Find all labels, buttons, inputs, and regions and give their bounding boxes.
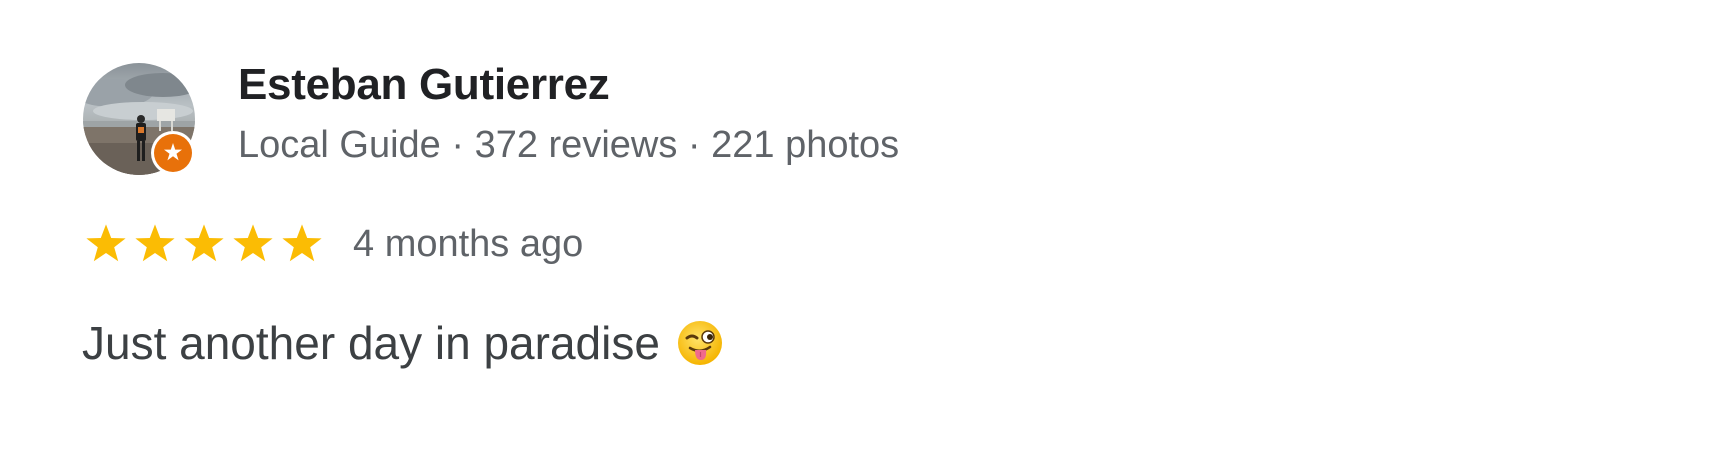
review-text-container: Just another day in paradise [82,316,724,370]
rating-row: 4 months ago [82,214,583,274]
star-rating [82,220,327,268]
star-icon [233,224,273,262]
star-icon [86,224,126,262]
badge-star-icon [164,143,182,161]
star-icon [135,224,175,262]
star-icon [184,224,224,262]
review-card: Esteban Gutierrez Local Guide · 372 revi… [0,0,1725,454]
reviewer-name[interactable]: Esteban Gutierrez [238,60,610,110]
review-text: Just another day in paradise [82,317,660,369]
local-guide-badge-icon [151,131,195,175]
review-time: 4 months ago [353,222,584,265]
reviewer-meta[interactable]: Local Guide · 372 reviews · 221 photos [238,124,899,167]
winking-face-with-tongue-emoji-icon [676,319,724,367]
star-icon [282,224,322,262]
avatar-container[interactable] [83,63,195,175]
